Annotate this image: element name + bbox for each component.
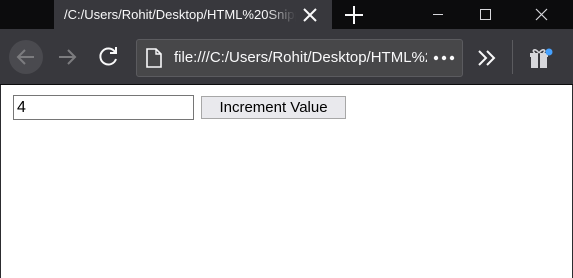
close-icon[interactable] xyxy=(518,0,564,29)
minimize-icon[interactable] xyxy=(415,0,461,29)
title-bar: /C:/Users/Rohit/Desktop/HTML%20Snippets/… xyxy=(0,0,573,29)
page-content: Increment Value xyxy=(0,85,573,278)
url-text[interactable]: file:///C:/Users/Rohit/Desktop/HTML%20Sn… xyxy=(174,49,427,66)
address-bar[interactable]: file:///C:/Users/Rohit/Desktop/HTML%20Sn… xyxy=(136,39,463,77)
browser-tab[interactable]: /C:/Users/Rohit/Desktop/HTML%20Snippets/… xyxy=(54,0,332,29)
navigation-toolbar: file:///C:/Users/Rohit/Desktop/HTML%20Sn… xyxy=(0,29,573,85)
page-icon xyxy=(146,48,162,68)
close-icon[interactable] xyxy=(301,6,319,24)
back-arrow-icon[interactable] xyxy=(9,40,43,74)
plus-icon[interactable] xyxy=(343,4,365,26)
chevron-double-right-icon[interactable] xyxy=(474,46,500,70)
maximize-icon[interactable] xyxy=(462,0,508,29)
reload-icon[interactable] xyxy=(92,40,126,74)
toolbar-separator xyxy=(512,40,513,74)
tab-title: /C:/Users/Rohit/Desktop/HTML%20Snippets/… xyxy=(64,7,296,22)
ellipsis-icon[interactable] xyxy=(431,48,457,68)
increment-button[interactable]: Increment Value xyxy=(201,96,346,119)
gift-icon[interactable] xyxy=(525,44,555,72)
forward-arrow-icon[interactable] xyxy=(51,40,85,74)
value-input[interactable] xyxy=(13,95,194,120)
